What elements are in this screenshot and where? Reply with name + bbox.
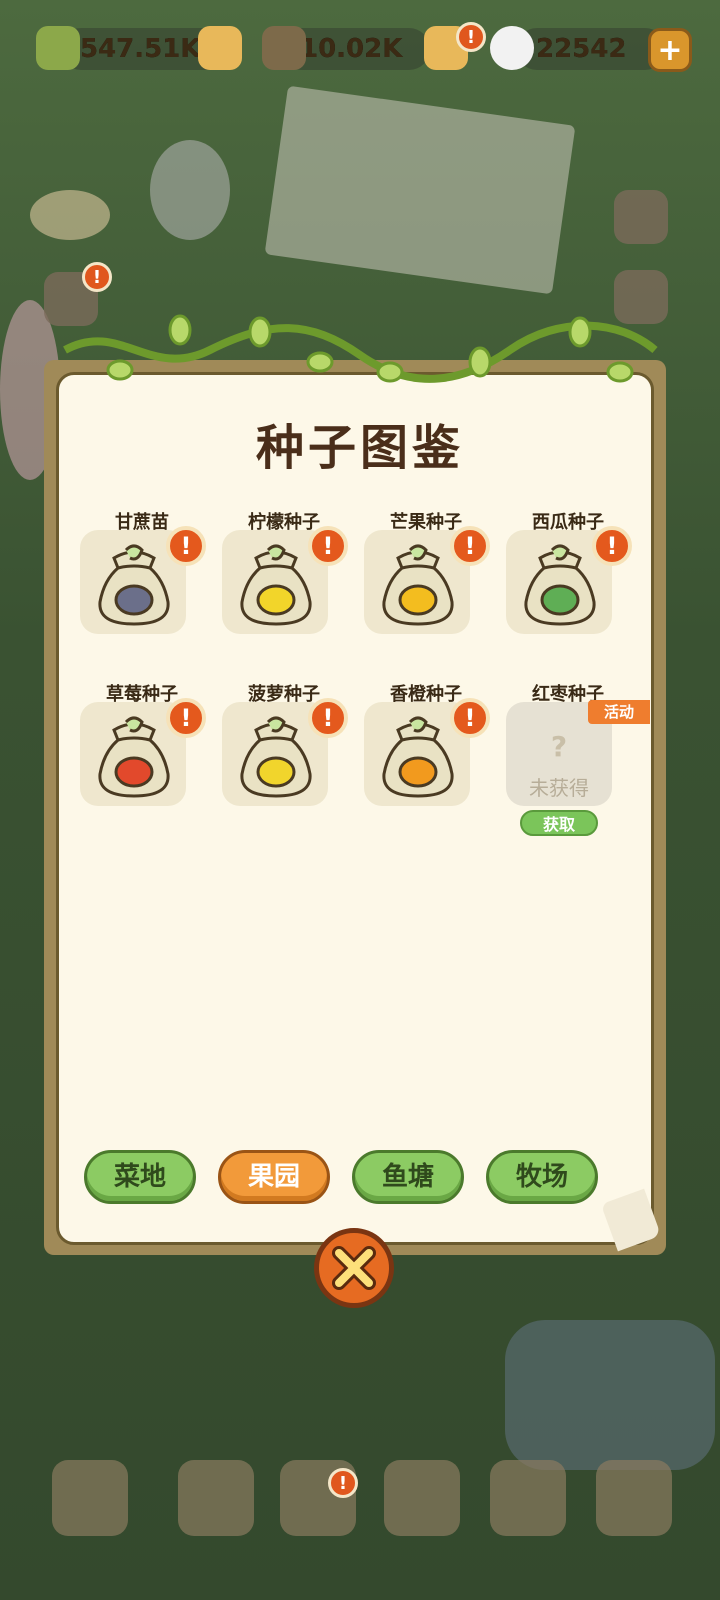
menu-alert-badge: ! <box>328 1468 358 1498</box>
bamboo-icon <box>36 26 80 70</box>
tab-vegetable-plot[interactable]: 菜地 <box>84 1150 196 1204</box>
vine-decoration <box>63 314 658 383</box>
unknown-seed-icon: ? <box>550 730 568 763</box>
shovel-icon[interactable] <box>384 1460 460 1536</box>
seed-bag-alert-badge: ! <box>82 262 112 292</box>
new-alert-badge: ! <box>450 698 490 738</box>
modal-title: 种子图鉴 <box>255 420 464 476</box>
get-seed-button[interactable]: 获取 <box>520 810 598 836</box>
tab-ranch[interactable]: 牧场 <box>486 1150 598 1204</box>
new-alert-badge: ! <box>308 526 348 566</box>
seed-item-sugarcane[interactable]: 甘蔗苗! <box>80 508 206 658</box>
locked-label: 未获得 <box>529 776 589 800</box>
bamboo-value: 547.51K <box>80 34 201 64</box>
close-icon <box>332 1246 376 1290</box>
id-card-icon[interactable] <box>490 1460 566 1536</box>
panda-coin-counter: 22542 <box>516 28 666 70</box>
strawberry-seed-bag-icon <box>98 716 170 798</box>
resource-bar: 547.51K 10.02K ! 22542 + <box>0 22 720 82</box>
bamboo-shoot-icon <box>262 26 306 70</box>
orange-seed-bag-icon <box>382 716 454 798</box>
panda-icon <box>490 26 534 70</box>
new-alert-badge: ! <box>308 698 348 738</box>
watermelon-seed-bag-icon <box>524 544 596 626</box>
new-alert-badge: ! <box>592 526 632 566</box>
seed-item-lemon[interactable]: 柠檬种子! <box>222 508 348 658</box>
new-alert-badge: ! <box>450 526 490 566</box>
shop-plus-icon[interactable] <box>198 26 242 70</box>
seed-item-pineapple[interactable]: 菠萝种子! <box>222 680 348 830</box>
shop-alert-badge: ! <box>456 22 486 52</box>
add-coins-button[interactable]: + <box>648 28 692 72</box>
map-icon[interactable] <box>52 1460 128 1536</box>
seed-item-strawberry[interactable]: 草莓种子! <box>80 680 206 830</box>
panda-coin-value: 22542 <box>536 34 627 64</box>
close-button[interactable] <box>314 1228 394 1308</box>
seed-item-watermelon[interactable]: 西瓜种子! <box>506 508 632 658</box>
paint-bucket-icon[interactable] <box>178 1460 254 1536</box>
seed-item-mango[interactable]: 芒果种子! <box>364 508 490 658</box>
shoots-value: 10.02K <box>300 34 403 64</box>
picnic-cloth <box>264 85 576 295</box>
event-tag: 活动 <box>588 700 650 724</box>
bathtub-decoration <box>505 1320 715 1470</box>
tv-decoration <box>150 140 230 240</box>
tab-fish-pond[interactable]: 鱼塘 <box>352 1150 464 1204</box>
category-tabs: 菜地 果园 鱼塘 牧场 <box>84 1150 604 1206</box>
lemon-seed-bag-icon <box>240 544 312 626</box>
seed-item-orange[interactable]: 香橙种子! <box>364 680 490 830</box>
seed-item-jujube[interactable]: 红枣种子? 未获得 活动 获取 <box>506 680 650 836</box>
new-alert-badge: ! <box>166 698 206 738</box>
tab-orchard[interactable]: 果园 <box>218 1150 330 1204</box>
menu-list-icon[interactable] <box>614 190 668 244</box>
mango-seed-bag-icon <box>382 544 454 626</box>
animal-friends-decoration <box>30 190 110 240</box>
storage-box-icon[interactable] <box>596 1460 672 1536</box>
sugarcane-seed-bag-icon <box>98 544 170 626</box>
new-alert-badge: ! <box>166 526 206 566</box>
pineapple-seed-bag-icon <box>240 716 312 798</box>
